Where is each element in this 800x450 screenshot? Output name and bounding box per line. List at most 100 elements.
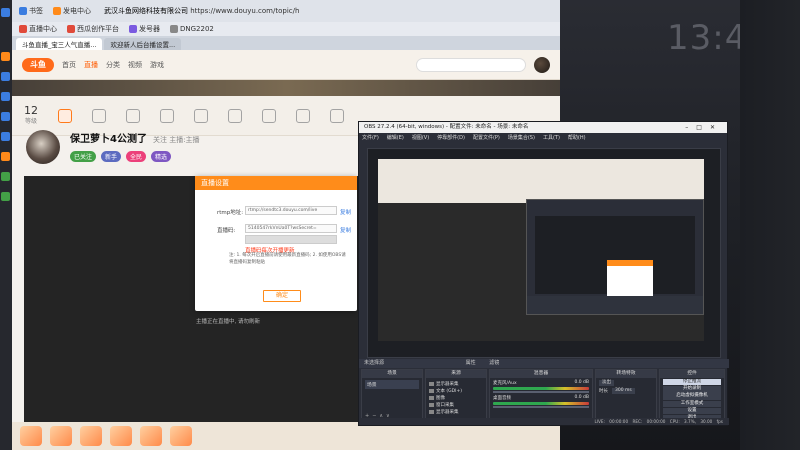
site-header: 斗鱼 首页 直播 分类 视频 游戏 bbox=[12, 50, 560, 80]
bookmark-item[interactable]: 书签 bbox=[16, 4, 46, 18]
menu-file[interactable]: 文件(F) bbox=[362, 133, 379, 143]
stop-streaming-button[interactable]: 停止推流 bbox=[663, 378, 721, 386]
bookmark-item[interactable]: 发号器 bbox=[126, 22, 163, 36]
browser-tab[interactable]: 欢迎新人后台播设置... bbox=[104, 38, 182, 50]
properties-button[interactable]: 属性 bbox=[466, 360, 476, 366]
source-item[interactable]: 显示器采集 bbox=[429, 408, 483, 415]
volume-slider[interactable] bbox=[493, 391, 589, 393]
nav-game[interactable]: 游戏 bbox=[150, 60, 164, 70]
star-icon[interactable] bbox=[296, 108, 310, 123]
source-label: 窗口采集 bbox=[436, 402, 454, 408]
douyu-logo[interactable]: 斗鱼 bbox=[22, 57, 54, 72]
rtmp-url-field[interactable]: rtmp://sendtc3.douyu.com/live bbox=[245, 206, 337, 215]
start-recording-button[interactable]: 开始录制 bbox=[663, 386, 721, 393]
obs-title: OBS 27.2.4 (64-bit, windows) - 配置文件: 未命名… bbox=[364, 124, 529, 130]
menu-help[interactable]: 帮助(H) bbox=[568, 133, 586, 143]
signal-icon[interactable] bbox=[92, 108, 106, 123]
nav-category[interactable]: 分类 bbox=[106, 60, 120, 70]
menu-scene-collection[interactable]: 场景集合(S) bbox=[508, 133, 535, 143]
dock-icon[interactable] bbox=[1, 192, 10, 201]
room-tag[interactable]: 新手 bbox=[101, 151, 122, 162]
dock-icon[interactable] bbox=[1, 152, 10, 161]
dock-icon[interactable] bbox=[1, 8, 10, 17]
source-item[interactable]: 图像 bbox=[429, 394, 483, 401]
shield-icon[interactable] bbox=[330, 108, 344, 123]
room-tag[interactable]: 全民 bbox=[126, 151, 147, 162]
copy-rtmp-button[interactable]: 复制 bbox=[340, 208, 351, 216]
copy-key-button[interactable]: 复制 bbox=[340, 226, 351, 234]
bookmark-icon bbox=[170, 25, 178, 33]
rtmp-label: rtmp地址: bbox=[217, 210, 244, 216]
obs-preview[interactable] bbox=[367, 148, 721, 358]
source-item[interactable]: 文本 (GDI+) bbox=[429, 387, 483, 394]
preview-nested-obs bbox=[526, 199, 704, 315]
menu-view[interactable]: 视图(V) bbox=[412, 133, 429, 143]
chat-icon[interactable] bbox=[160, 108, 174, 123]
anchor-avatar[interactable] bbox=[26, 130, 60, 164]
menu-edit[interactable]: 编辑(E) bbox=[387, 133, 404, 143]
room-tag[interactable]: 已关注 bbox=[70, 151, 97, 162]
channel-db: 0.0 dB bbox=[574, 380, 589, 385]
dock-icon[interactable] bbox=[1, 112, 10, 121]
duration-input[interactable]: 300 ms bbox=[612, 388, 635, 394]
filters-button[interactable]: 滤镜 bbox=[489, 360, 499, 366]
gift-icon[interactable] bbox=[194, 108, 208, 123]
settings-button[interactable]: 设置 bbox=[663, 407, 721, 415]
address-title[interactable]: 武汉斗鱼网络科技有限公司 https://www.douyu.com/topic… bbox=[104, 6, 299, 16]
user-avatar[interactable] bbox=[534, 56, 550, 73]
tab-label: 斗鱼直播_宝三人气直播... bbox=[22, 41, 97, 49]
search-input[interactable] bbox=[416, 57, 526, 72]
gift-item[interactable] bbox=[80, 426, 102, 446]
nav-video[interactable]: 视频 bbox=[128, 60, 142, 70]
gift-item[interactable] bbox=[20, 426, 42, 446]
studio-mode-button[interactable]: 工作室模式 bbox=[663, 400, 721, 408]
obs-status-bar: LIVE: 00:00:00 REC: 00:00:00 CPU: 3.7%, … bbox=[359, 418, 729, 425]
bookmark-item[interactable]: 西瓜创作平台 bbox=[64, 22, 122, 36]
gift-item[interactable] bbox=[110, 426, 132, 446]
nav-home[interactable]: 首页 bbox=[62, 60, 76, 70]
mixer-panel: 混音器 麦克风/Aux 0.0 dB 桌面音频 0.0 dB bbox=[489, 369, 593, 421]
transitions-header: 转场特效 bbox=[596, 370, 656, 378]
window-controls[interactable]: –□✕ bbox=[685, 122, 723, 133]
nav-live[interactable]: 直播 bbox=[84, 60, 98, 70]
source-item[interactable]: 窗口采集 bbox=[429, 401, 483, 408]
room-tag[interactable]: 精选 bbox=[151, 151, 172, 162]
bookmark-item[interactable]: 发电中心 bbox=[50, 4, 94, 18]
stream-key-field[interactable]: 5140547rkVnUa0T?wsSecret= bbox=[245, 224, 337, 233]
menu-docks[interactable]: 停靠部件(D) bbox=[437, 133, 465, 143]
page-title: 武汉斗鱼网络科技有限公司 bbox=[104, 7, 188, 15]
monitor-icon bbox=[429, 409, 434, 414]
gift-item[interactable] bbox=[170, 426, 192, 446]
menu-tools[interactable]: 工具(T) bbox=[543, 133, 560, 143]
virtual-camera-button[interactable]: 启动虚拟摄像机 bbox=[663, 393, 721, 400]
video-icon[interactable] bbox=[126, 108, 140, 123]
left-dock bbox=[0, 0, 12, 450]
source-label: 显示器采集 bbox=[436, 409, 459, 415]
bookmark-label: 西瓜创作平台 bbox=[77, 25, 119, 33]
dock-icon[interactable] bbox=[1, 72, 10, 81]
confirm-button[interactable]: 确定 bbox=[263, 290, 301, 302]
scenes-panel: 场景 场景 +−∧∨ bbox=[361, 369, 423, 421]
transition-select[interactable]: 淡出 bbox=[599, 380, 614, 386]
bookmark-item[interactable]: DNG2202 bbox=[167, 23, 217, 35]
dock-icon[interactable] bbox=[1, 92, 10, 101]
transition-effect: 淡出 bbox=[599, 380, 653, 386]
menu-profile[interactable]: 配置文件(P) bbox=[473, 133, 500, 143]
browser-tab[interactable]: 斗鱼直播_宝三人气直播... bbox=[16, 38, 103, 50]
heart-icon[interactable] bbox=[262, 108, 276, 123]
task-icon[interactable] bbox=[58, 108, 72, 123]
gift-item[interactable] bbox=[140, 426, 162, 446]
volume-meter bbox=[493, 402, 589, 405]
source-item[interactable]: 显示器采集 bbox=[429, 380, 483, 387]
mixer-header: 混音器 bbox=[490, 370, 592, 378]
dock-icon[interactable] bbox=[1, 132, 10, 141]
calendar-icon[interactable] bbox=[228, 108, 242, 123]
dock-icon[interactable] bbox=[1, 52, 10, 61]
bookmark-item[interactable]: 直播中心 bbox=[16, 22, 60, 36]
volume-slider[interactable] bbox=[493, 406, 589, 408]
gift-item[interactable] bbox=[50, 426, 72, 446]
scene-item[interactable]: 场景 bbox=[365, 380, 419, 389]
decor-banner bbox=[12, 80, 560, 96]
obs-dock-area: 未选择源 属性 滤镜 场景 场景 +−∧∨ 来源 显示器采集 文本 (GDI+)… bbox=[359, 359, 729, 427]
dock-icon[interactable] bbox=[1, 172, 10, 181]
